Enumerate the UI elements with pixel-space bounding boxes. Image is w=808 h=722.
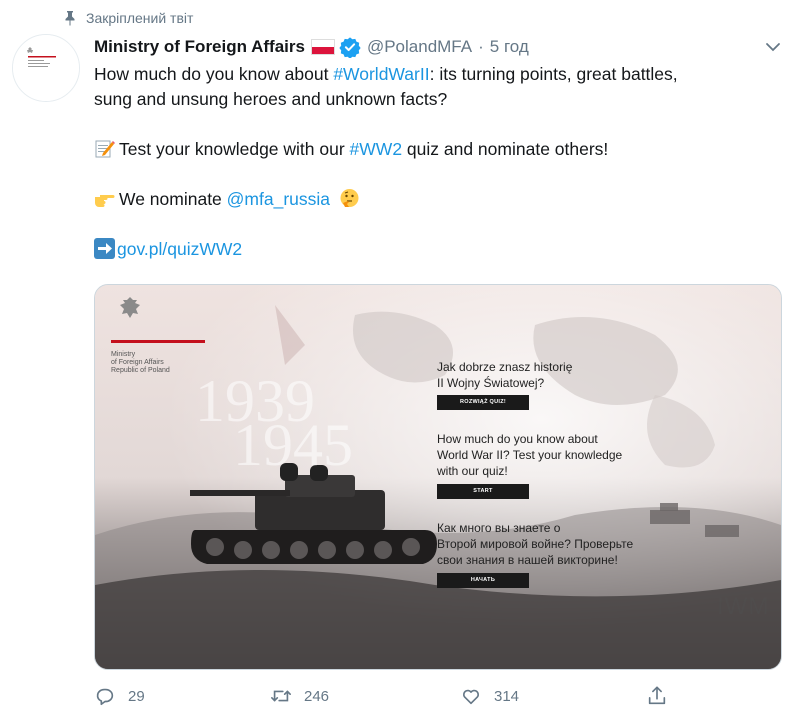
quiz-link[interactable]: gov.pl/quizWW2 — [117, 239, 242, 259]
polish-eagle-icon — [120, 297, 140, 318]
like-count: 314 — [494, 687, 520, 705]
quiz-question-en: How much do you know about World War II?… — [437, 432, 623, 478]
year-1945: 1945 — [233, 412, 353, 478]
mention-mfa-russia-link[interactable]: @mfa_russia — [227, 189, 330, 209]
hashtag-worldwar2-link[interactable]: #WorldWarII — [333, 64, 429, 84]
reply-count: 29 — [128, 687, 145, 705]
share-button[interactable] — [646, 685, 668, 707]
tweet-text-segment: : its turning points, great battles, — [429, 64, 678, 84]
retweet-icon — [271, 690, 291, 702]
tweet-timestamp[interactable]: 5 год — [490, 37, 529, 57]
author-handle[interactable]: @PolandMFA — [367, 37, 472, 57]
retweet-button[interactable]: 246 — [270, 685, 460, 707]
pinned-label-text: Закріплений твіт — [86, 10, 194, 26]
pinned-tweet-label: Закріплений твіт — [62, 8, 193, 28]
quiz-start-button-ru: НАЧАТЬ — [437, 573, 529, 588]
tweet-actions-bar: 29 246 314 — [94, 682, 674, 710]
ministry-logo-icon — [13, 35, 79, 101]
separator-dot: · — [478, 37, 484, 56]
quiz-question-pl: Jak dobrze znasz historię II Wojny Świat… — [437, 360, 573, 390]
red-divider — [111, 340, 205, 343]
share-icon — [648, 686, 666, 705]
quiz-start-button-pl: ROZWIĄŻ QUIZ! — [437, 395, 529, 410]
ministry-caption: Ministry of Foreign Affairs Republic of … — [111, 351, 170, 374]
retweet-count: 246 — [304, 687, 330, 705]
thinking-face-emoji-icon — [340, 189, 359, 207]
hashtag-ww2-link[interactable]: #WW2 — [350, 139, 403, 159]
quiz-start-button-en: START — [437, 484, 529, 499]
tweet-text: How much do you know about #WorldWarII: … — [94, 62, 794, 262]
chevron-down-icon[interactable] — [762, 36, 784, 58]
tweet-text-segment: We nominate — [119, 189, 227, 209]
tweet-text-segment: How much do you know about — [94, 64, 334, 84]
iwm-watermark: IWM — [717, 593, 770, 620]
pointing-hand-emoji-icon — [95, 195, 115, 207]
memo-emoji-icon — [95, 140, 115, 158]
tweet-text-segment: Test your knowledge with our — [119, 139, 350, 159]
right-arrow-emoji-icon — [94, 238, 115, 259]
tweet-text-segment: quiz and nominate others! — [402, 139, 609, 159]
avatar[interactable] — [12, 34, 80, 102]
pin-icon — [65, 11, 75, 26]
reply-button[interactable]: 29 — [94, 685, 270, 707]
tweet-header: Ministry of Foreign Affairs @PolandMFA ·… — [94, 34, 784, 60]
like-button[interactable]: 314 — [460, 685, 646, 707]
heart-icon — [463, 689, 479, 705]
reply-icon — [96, 688, 114, 706]
poland-flag-icon — [310, 39, 335, 55]
author-name[interactable]: Ministry of Foreign Affairs — [94, 37, 305, 57]
verified-badge-icon — [339, 37, 361, 58]
ministry-logo: Ministry of Foreign Affairs Republic of … — [111, 295, 205, 375]
tweet-text-segment: sung and unsung heroes and unknown facts… — [94, 89, 448, 109]
quiz-question-ru: Как много вы знаете о Второй мировой вой… — [437, 521, 634, 567]
tweet-media-image[interactable]: Ministry of Foreign Affairs Republic of … — [94, 284, 782, 670]
